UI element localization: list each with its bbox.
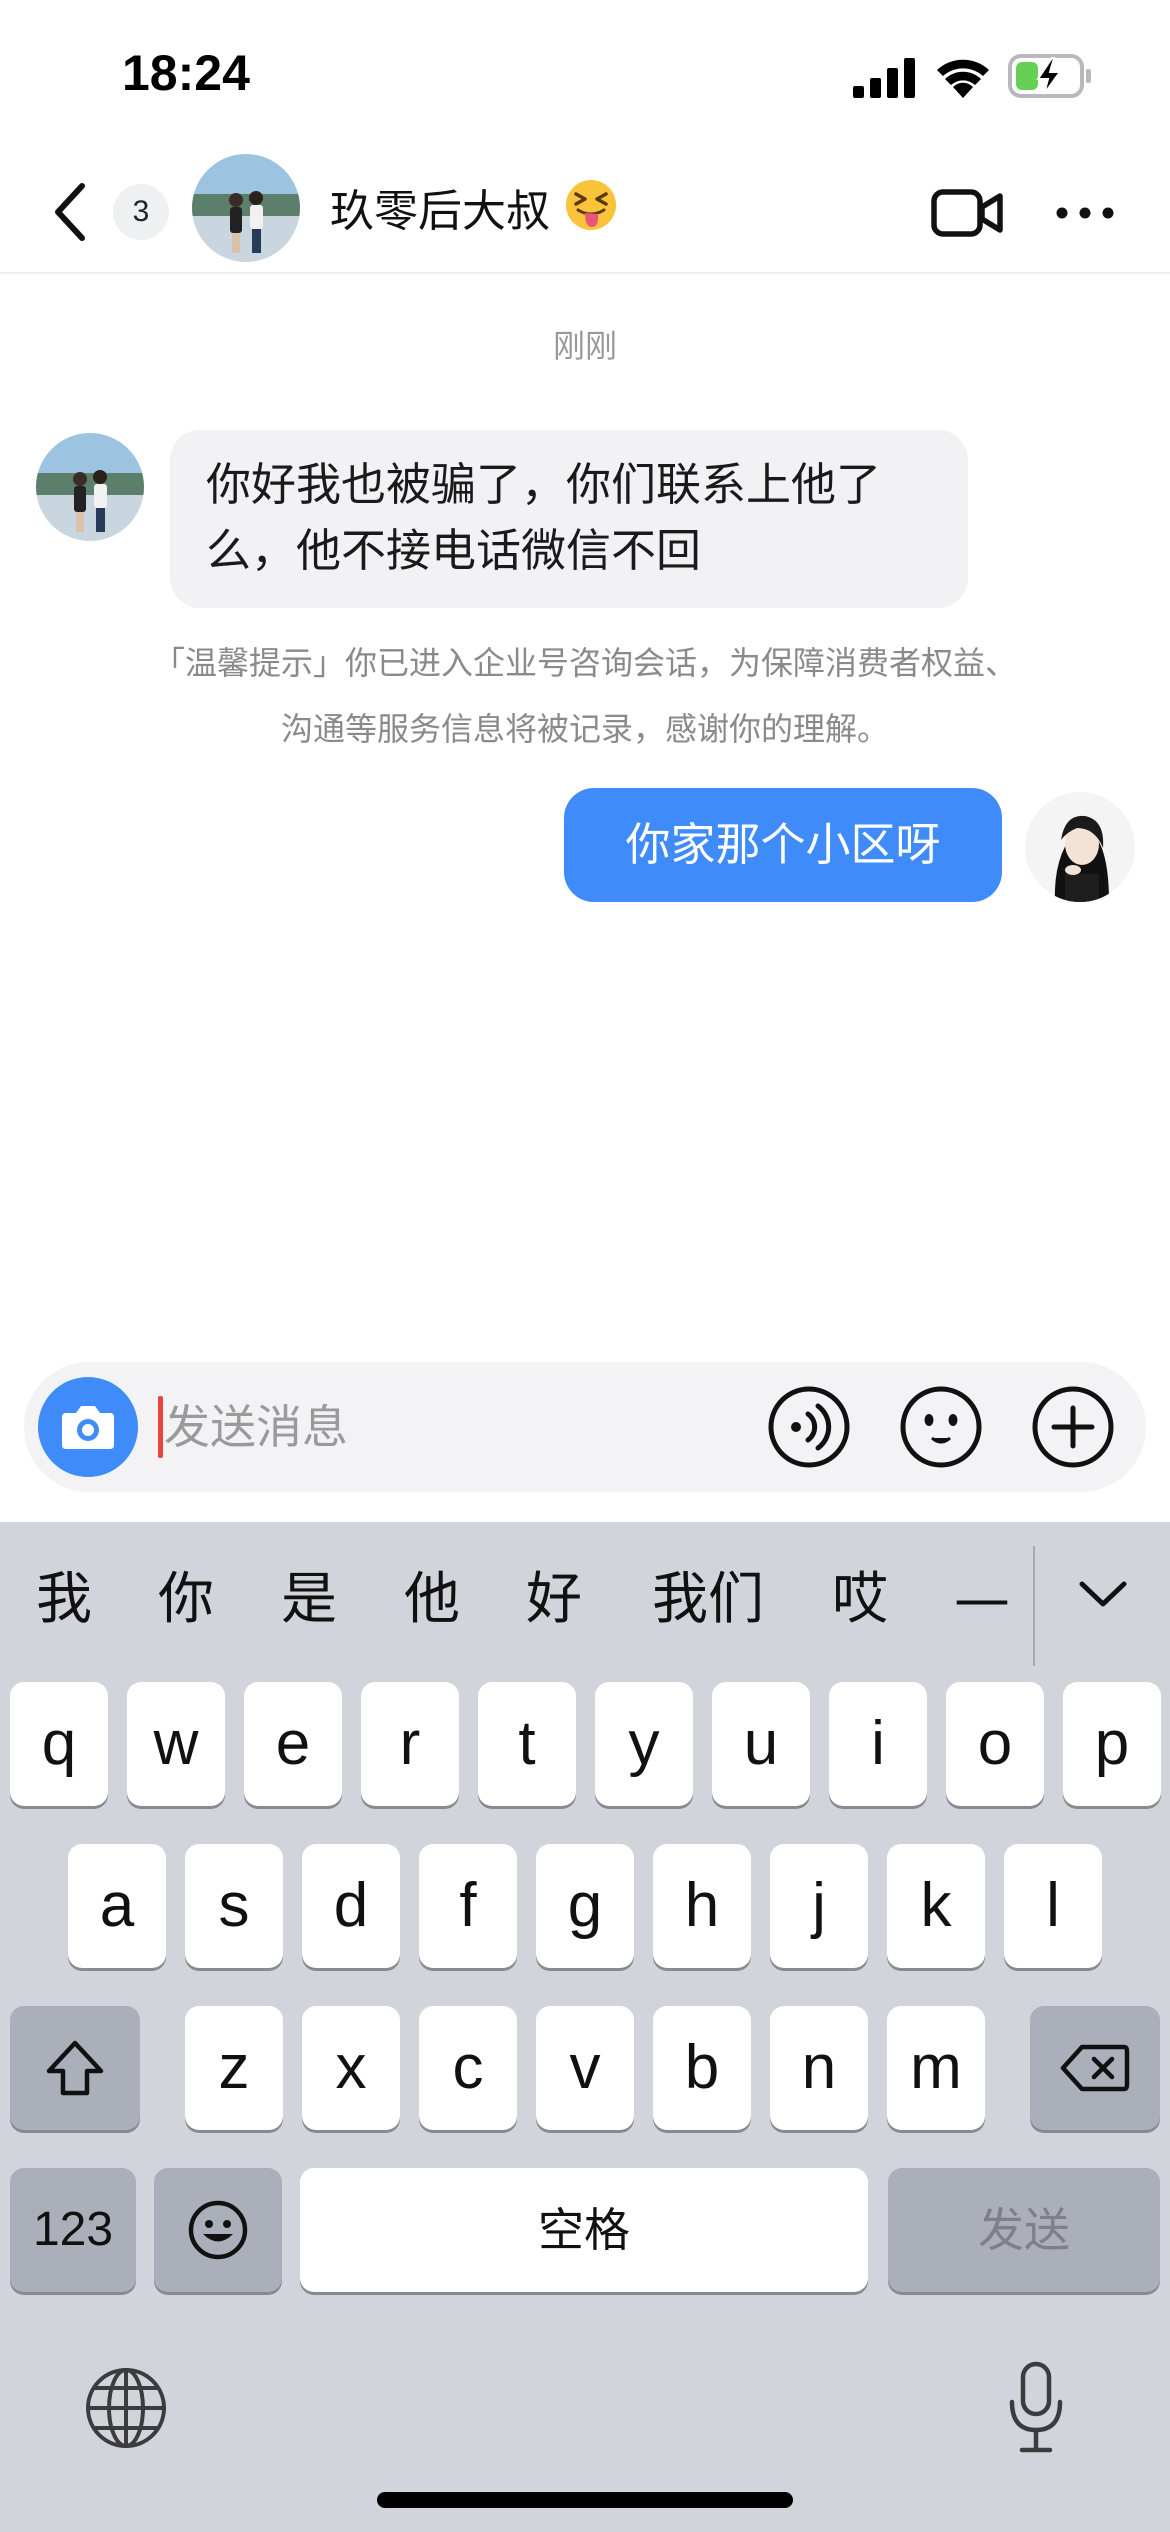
tongue-squint-emoji-icon <box>566 180 616 230</box>
backspace-icon <box>1060 2044 1130 2092</box>
key-n[interactable]: n <box>770 2006 868 2130</box>
candidate-word[interactable]: 我 <box>32 1564 96 1636</box>
key-z[interactable]: z <box>185 2006 283 2130</box>
key-g[interactable]: g <box>536 1844 634 1968</box>
signal-icon <box>853 58 915 98</box>
more-options-button[interactable] <box>1054 190 1116 236</box>
candidate-word[interactable]: 好 <box>522 1564 586 1636</box>
key-y[interactable]: y <box>595 1682 693 1806</box>
status-bar: 18:24 <box>0 0 1170 150</box>
shift-icon <box>46 2040 104 2096</box>
key-o[interactable]: o <box>946 1682 1044 1806</box>
candidate-word[interactable]: — <box>950 1564 1014 1636</box>
emoji-icon <box>188 2200 248 2260</box>
wifi-icon <box>937 59 989 98</box>
key-x[interactable]: x <box>302 2006 400 2130</box>
key-u[interactable]: u <box>712 1682 810 1806</box>
sticker-button[interactable] <box>898 1384 984 1470</box>
system-notice: 「温馨提示」你已进入企业号咨询会话，为保障消费者权益、沟通等服务信息将被记录，感… <box>152 644 1017 748</box>
space-key[interactable]: 空格 <box>300 2168 868 2292</box>
status-time: 18:24 <box>122 45 250 101</box>
globe-icon[interactable] <box>84 2366 168 2450</box>
key-r[interactable]: r <box>361 1682 459 1806</box>
message-timestamp: 刚刚 <box>552 327 617 365</box>
microphone-icon[interactable] <box>1004 2360 1068 2456</box>
outgoing-message-bubble[interactable]: 你家那个小区呀 <box>564 788 1002 902</box>
shift-key[interactable] <box>10 2006 140 2130</box>
key-i[interactable]: i <box>829 1682 927 1806</box>
key-d[interactable]: d <box>302 1844 400 1968</box>
contact-name[interactable]: 玖零后大叔 <box>330 180 550 244</box>
key-s[interactable]: s <box>185 1844 283 1968</box>
key-h[interactable]: h <box>653 1844 751 1968</box>
key-v[interactable]: v <box>536 2006 634 2130</box>
chat-header: 3 玖零后大叔 <box>0 150 1170 274</box>
keyboard: 我 你 是 他 好 我们 哎 — q w e r t y u i o p a s… <box>0 1522 1170 2532</box>
video-call-button[interactable] <box>930 180 1004 246</box>
text-cursor <box>158 1396 163 1458</box>
key-e[interactable]: e <box>244 1682 342 1806</box>
message-input-bar <box>24 1362 1146 1492</box>
key-c[interactable]: c <box>419 2006 517 2130</box>
camera-icon <box>62 1406 114 1449</box>
candidate-word[interactable]: 你 <box>154 1564 218 1636</box>
home-indicator[interactable] <box>377 2492 793 2508</box>
camera-button[interactable] <box>38 1377 138 1477</box>
emoji-key[interactable] <box>154 2168 282 2292</box>
my-avatar[interactable] <box>1025 792 1135 902</box>
voice-input-button[interactable] <box>766 1384 852 1470</box>
message-input[interactable] <box>164 1390 724 1464</box>
key-m[interactable]: m <box>887 2006 985 2130</box>
key-w[interactable]: w <box>127 1682 225 1806</box>
key-j[interactable]: j <box>770 1844 868 1968</box>
candidate-word[interactable]: 他 <box>400 1564 464 1636</box>
candidate-divider <box>1033 1546 1035 1666</box>
key-b[interactable]: b <box>653 2006 751 2130</box>
key-a[interactable]: a <box>68 1844 166 1968</box>
candidate-word[interactable]: 我们 <box>646 1564 770 1636</box>
key-f[interactable]: f <box>419 1844 517 1968</box>
unread-count-badge[interactable]: 3 <box>113 184 169 240</box>
send-key[interactable]: 发送 <box>888 2168 1160 2292</box>
candidate-word[interactable]: 是 <box>277 1564 341 1636</box>
key-q[interactable]: q <box>10 1682 108 1806</box>
key-t[interactable]: t <box>478 1682 576 1806</box>
candidate-word[interactable]: 哎 <box>828 1564 892 1636</box>
contact-avatar[interactable] <box>192 154 300 262</box>
key-p[interactable]: p <box>1063 1682 1161 1806</box>
more-actions-plus-button[interactable] <box>1030 1384 1116 1470</box>
sender-avatar[interactable] <box>36 433 144 541</box>
incoming-message-bubble[interactable]: 你好我也被骗了，你们联系上他了么，他不接电话微信不回 <box>170 430 968 608</box>
back-button[interactable] <box>40 174 100 250</box>
key-k[interactable]: k <box>887 1844 985 1968</box>
candidate-bar: 我 你 是 他 好 我们 哎 — <box>0 1522 1170 1682</box>
battery-charging-icon <box>1008 54 1091 98</box>
numbers-key[interactable]: 123 <box>10 2168 136 2292</box>
key-l[interactable]: l <box>1004 1844 1102 1968</box>
backspace-key[interactable] <box>1030 2006 1160 2130</box>
chevron-down-icon[interactable] <box>1070 1562 1136 1628</box>
